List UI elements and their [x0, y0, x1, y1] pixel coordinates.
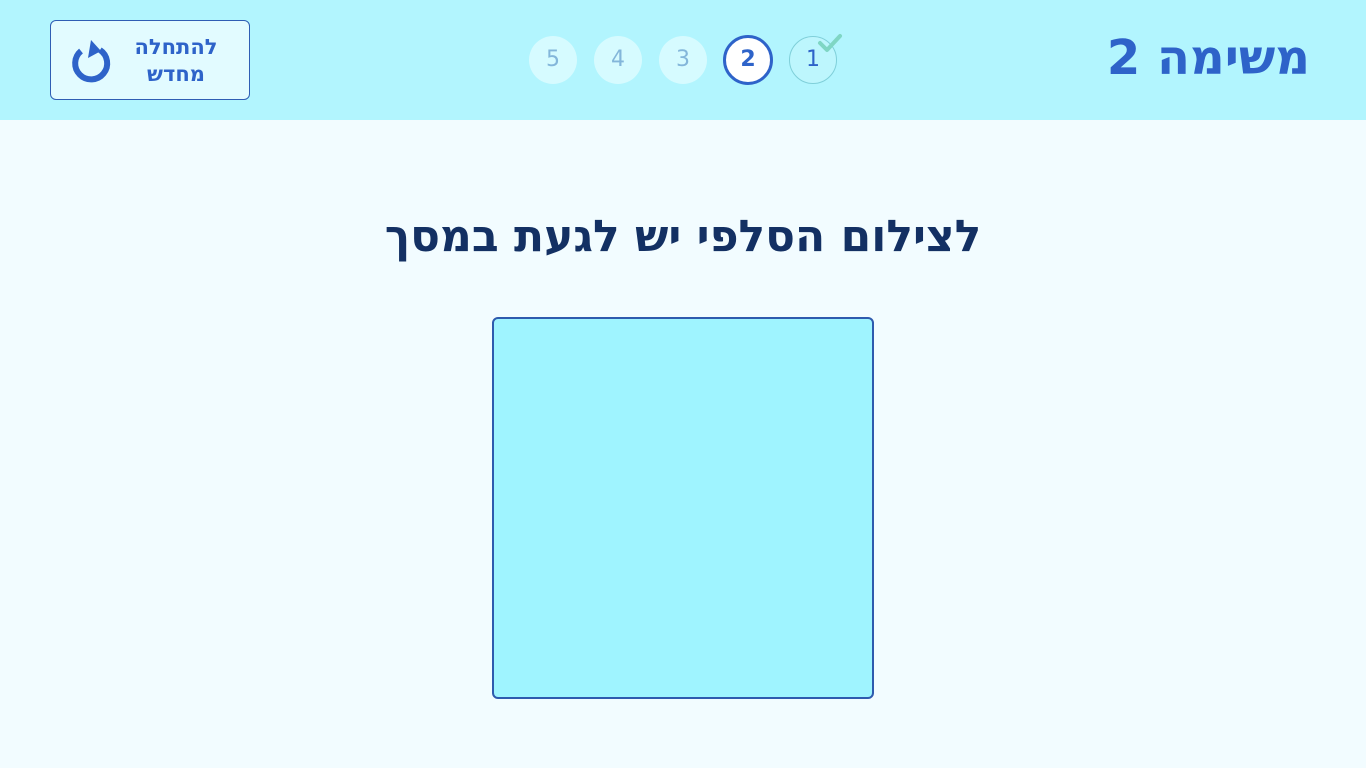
step-1[interactable]: 1 — [789, 34, 842, 84]
step-5[interactable]: 5 — [529, 36, 577, 84]
page: להתחלה מחדש 5 4 3 2 1 משימה 2 לצילום הסל… — [0, 0, 1366, 768]
step-number: 2 — [740, 47, 756, 72]
step-number: 5 — [546, 47, 560, 72]
camera-preview[interactable] — [492, 317, 874, 699]
header: להתחלה מחדש 5 4 3 2 1 משימה 2 — [0, 0, 1366, 120]
instruction-heading: לצילום הסלפי יש לגעת במסך — [384, 211, 982, 262]
step-number: 3 — [676, 47, 690, 72]
step-3[interactable]: 3 — [659, 36, 707, 84]
step-2[interactable]: 2 — [723, 35, 773, 85]
page-title: משימה 2 — [1106, 30, 1310, 86]
step-number: 4 — [611, 47, 625, 72]
step-4[interactable]: 4 — [594, 36, 642, 84]
check-icon — [818, 34, 842, 52]
